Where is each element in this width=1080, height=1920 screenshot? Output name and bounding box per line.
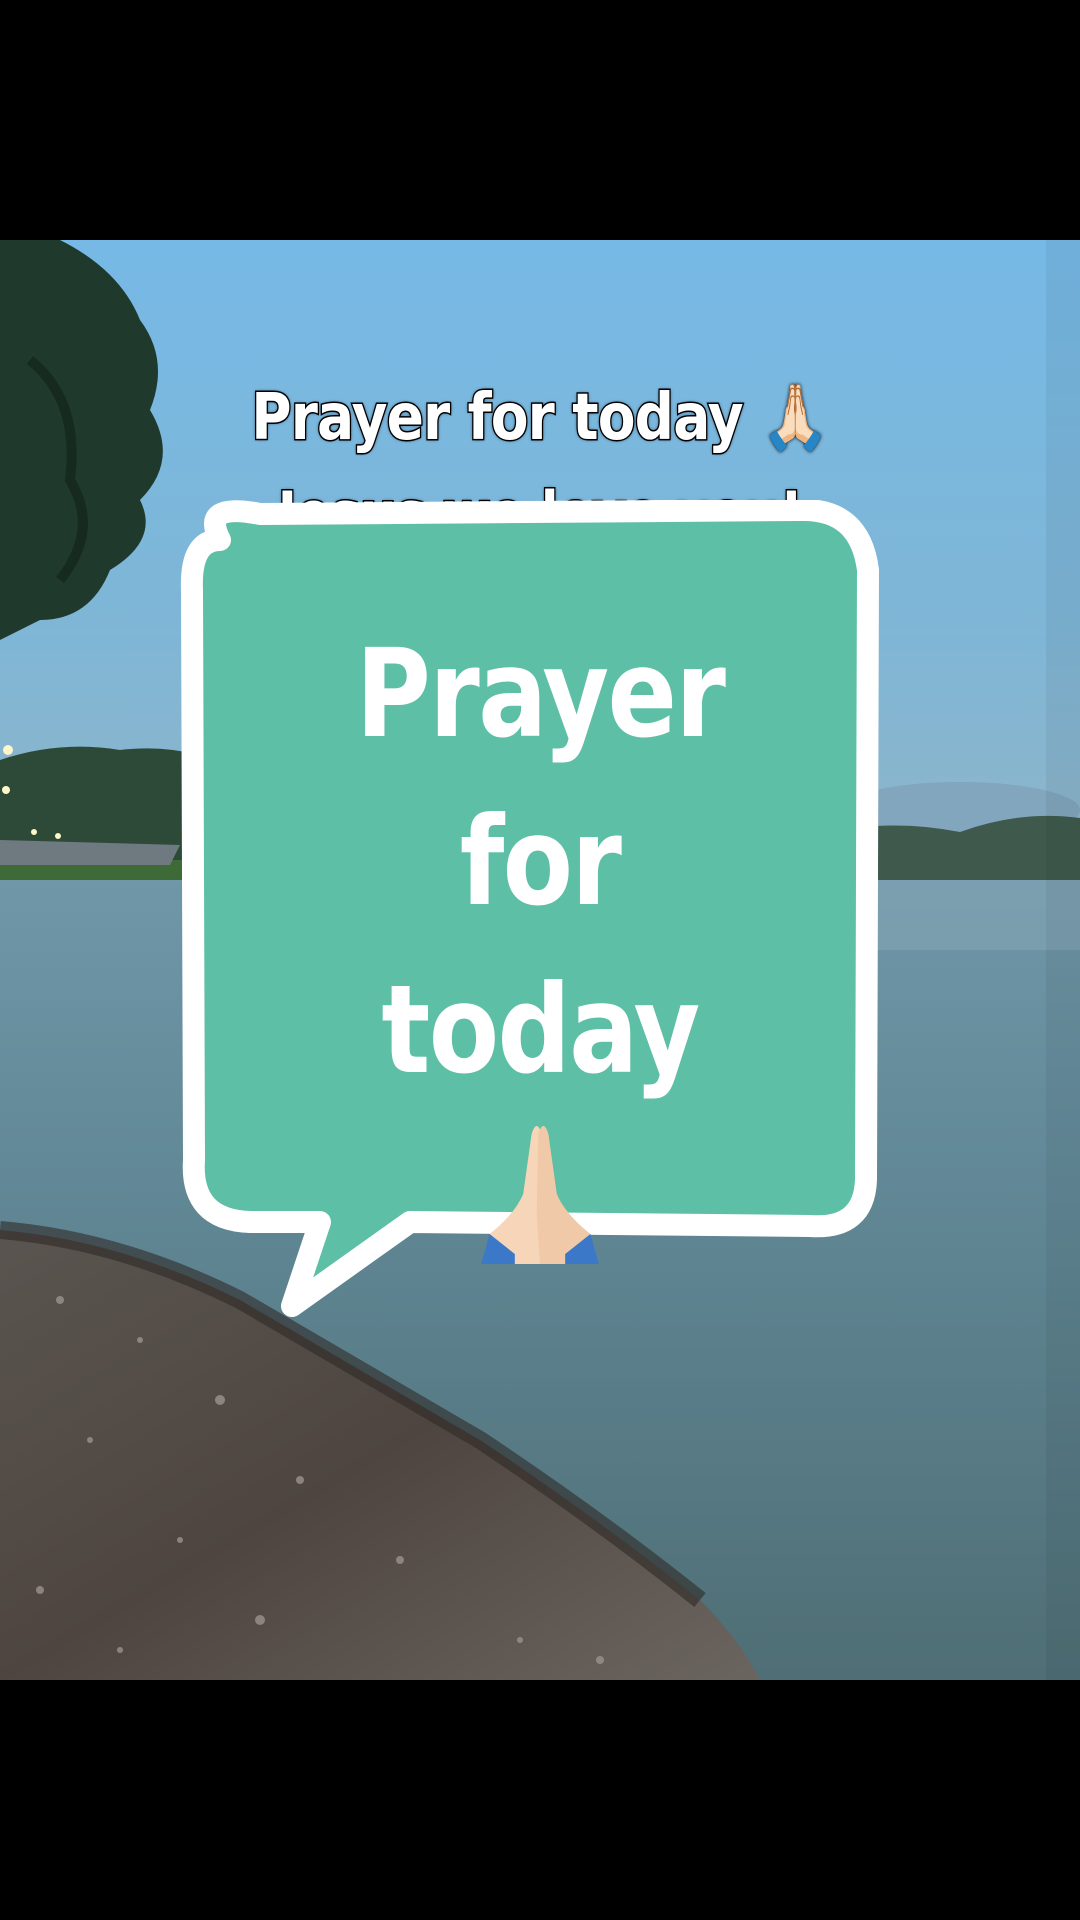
praying-hands-icon: [254, 1114, 825, 1306]
caption-line-1: Prayer for today 🙏🏻: [250, 380, 831, 457]
letterbox-bottom: [0, 1680, 1080, 1920]
sticker-line-1: Prayer: [355, 623, 726, 765]
letterbox-top: [0, 0, 1080, 240]
sticker-line-2: for: [459, 791, 622, 933]
sticker-line-3-text: today: [381, 959, 700, 1101]
sticker-line-3: today: [254, 946, 825, 1306]
video-frame: Prayer for today 🙏🏻 Jesus we love you! P…: [0, 0, 1080, 1920]
sticker-text: Prayer for today: [254, 610, 825, 1306]
